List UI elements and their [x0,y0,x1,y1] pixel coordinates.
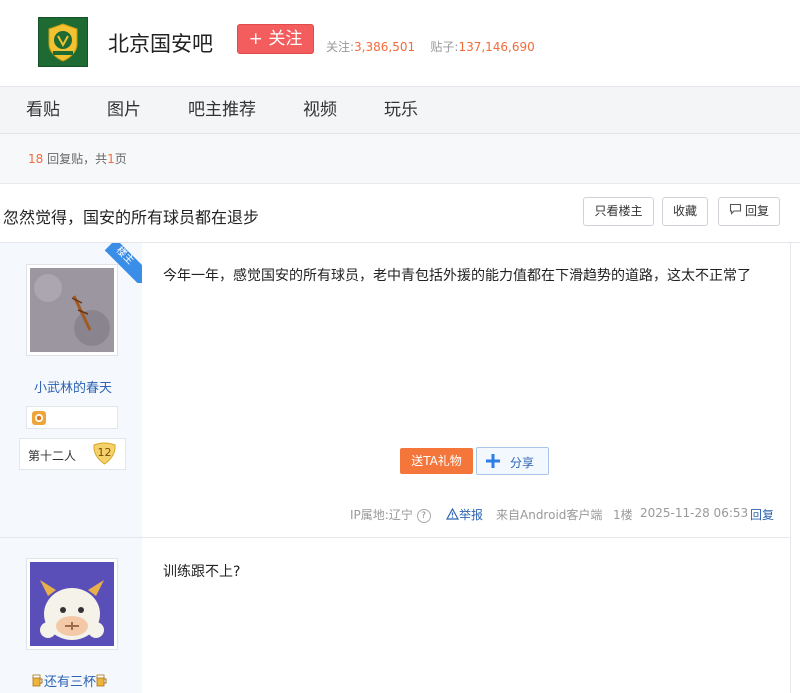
reply-count-label: 回复贴，共 [47,152,108,166]
content-right-border [790,243,791,693]
medal-icon[interactable] [31,410,47,430]
client-label: 来自Android客户端 [496,508,603,522]
nav-tab-recommended[interactable]: 吧主推荐 [188,87,256,133]
post-source: 来自Android客户端 [496,506,602,523]
page-count-suffix: 页 [114,152,127,166]
rank-title: 第十二人 [28,449,77,463]
thread-title-bar: 忽然觉得，国安的所有球员都在退步 只看楼主 收藏 回复 [0,184,800,243]
reply-button[interactable]: 回复 [718,197,780,226]
author-name-row[interactable]: 还有三杯 [32,671,108,691]
avatar[interactable] [26,264,118,356]
level-badge[interactable]: 第十二人 12 [19,438,126,470]
nav-tab-posts[interactable]: 看贴 [26,87,60,133]
followers-label: 关注: [326,40,355,54]
posts-count: 137,146,690 [458,40,535,54]
level-shield-icon: 12 [92,442,117,466]
avatar[interactable] [26,558,118,650]
member-badge-strip [26,406,118,429]
forum-stats: 关注:3,386,501 贴子:137,146,690 [326,38,535,55]
post-time: 2025-11-28 06:53 [640,506,749,520]
warning-icon [445,507,460,523]
page-count: 1 [107,152,115,166]
author-name: 还有三杯 [44,675,97,690]
avatar-image [30,268,114,352]
report-label: 举报 [459,508,484,522]
send-gift-button[interactable]: 送TA礼物 [400,448,473,474]
help-icon[interactable]: ? [416,508,431,523]
avatar-image [30,562,114,646]
share-label: 分享 [510,456,535,470]
posts-label: 贴子: [430,40,459,54]
only-op-button[interactable]: 只看楼主 [583,197,654,226]
post-content: 训练跟不上? [163,564,241,580]
forum-logo[interactable] [38,17,88,67]
comment-icon [729,198,742,225]
followers-count: 3,386,501 [354,40,416,54]
reply-summary: 18 回复贴，共1页 [28,150,127,167]
beer-icon [32,674,44,691]
share-icon [485,453,501,473]
post-meta: IP属地:辽宁 ? [350,506,431,523]
report-link[interactable]: 举报 [445,506,484,523]
nav-tab-fun[interactable]: 玩乐 [384,87,418,133]
beer-icon [96,674,108,691]
thread-title: 忽然觉得，国安的所有球员都在退步 [3,208,260,227]
post-reply-link[interactable]: 回复 [750,506,774,523]
forum-nav: 看贴 图片 吧主推荐 视频 玩乐 [0,86,800,134]
follow-button[interactable]: + 关注 [237,24,314,54]
nav-tab-videos[interactable]: 视频 [303,87,337,133]
reply-summary-bar: 18 回复贴，共1页 [0,134,800,184]
author-name[interactable]: 小武林的春天 [34,377,112,396]
ip-location: IP属地:辽宁 [350,508,413,522]
nav-tab-images[interactable]: 图片 [107,87,141,133]
reply-button-label: 回复 [744,204,769,218]
favorite-button[interactable]: 收藏 [662,197,708,226]
forum-header: 北京国安吧 + 关注 关注:3,386,501 贴子:137,146,690 [0,0,800,86]
level-number: 12 [97,446,112,459]
floor-number: 1楼 [613,508,633,522]
forum-name[interactable]: 北京国安吧 [108,28,213,58]
share-button[interactable]: 分享 [476,447,549,475]
reply-count: 18 [28,152,44,166]
post-content: 今年一年，感觉国安的所有球员，老中青包括外援的能力值都在下滑趋势的道路，这太不正… [163,268,751,284]
